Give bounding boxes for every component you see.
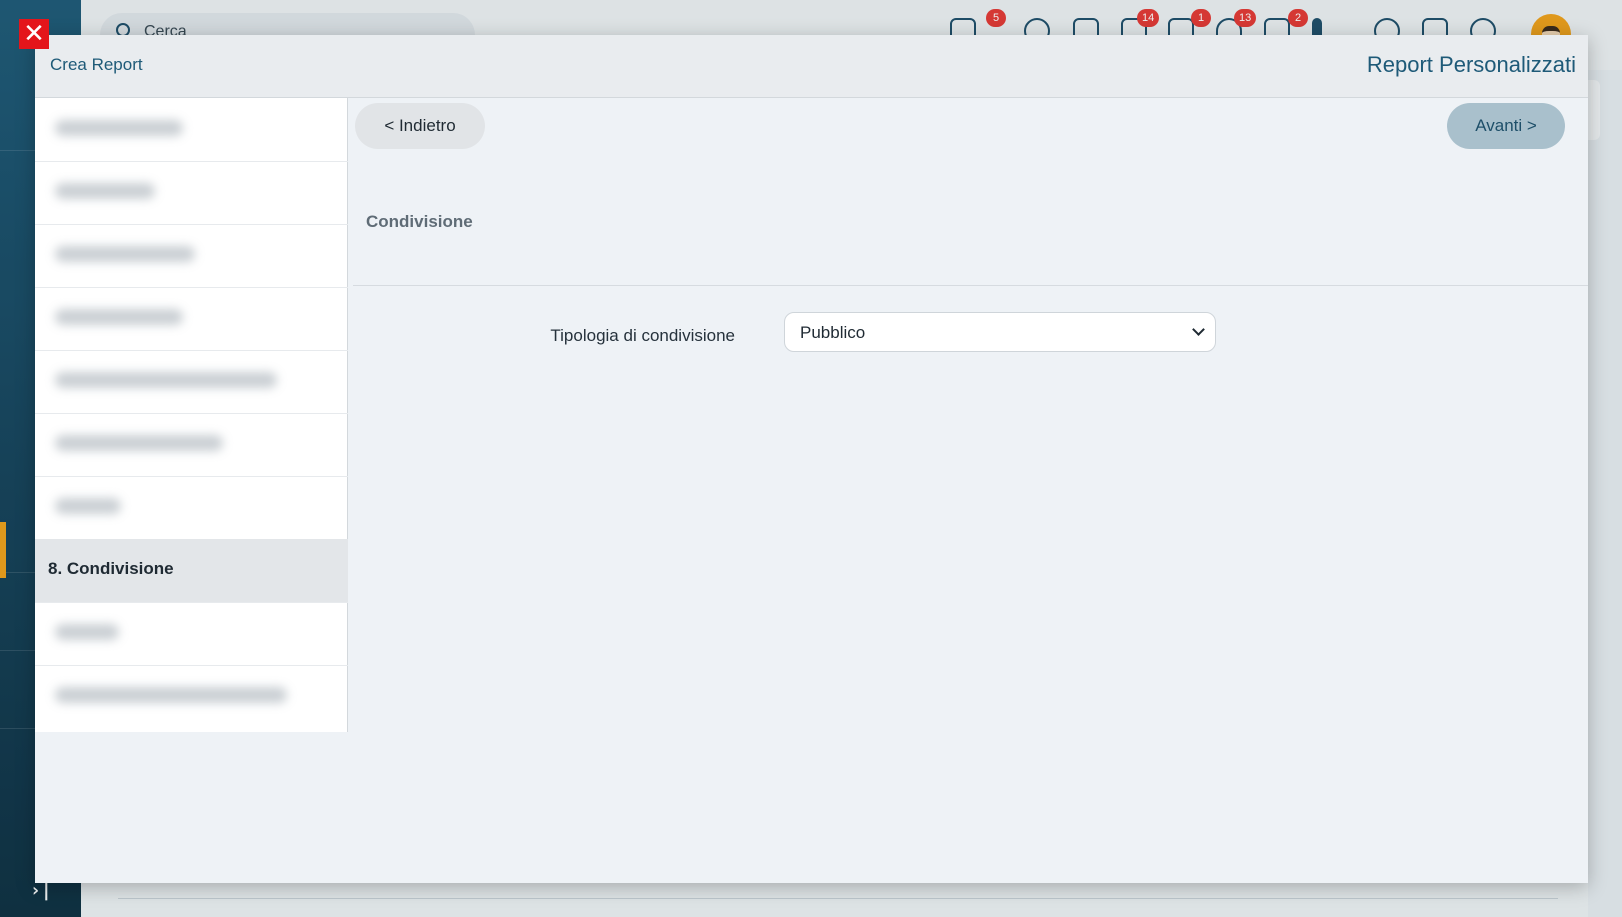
step-item[interactable] — [35, 665, 348, 729]
step-item[interactable] — [35, 98, 348, 162]
modal-header: Crea Report Report Personalizzati — [35, 35, 1588, 98]
step-item[interactable] — [35, 413, 348, 477]
step-label-blurred — [55, 309, 183, 325]
modal-title: Crea Report — [50, 55, 143, 74]
step-content: < Indietro Avanti > Condivisione Tipolog… — [349, 98, 1588, 883]
sharing-type-select[interactable]: Pubblico — [784, 312, 1216, 352]
step-item[interactable] — [35, 602, 348, 666]
step-label-blurred — [55, 372, 277, 388]
step-label-blurred — [55, 624, 119, 640]
step-item[interactable] — [35, 161, 348, 225]
section-title: Condivisione — [366, 212, 473, 231]
step-label-blurred — [55, 120, 183, 136]
step-item[interactable] — [35, 476, 348, 540]
modal-subtitle: Report Personalizzati — [1366, 52, 1576, 77]
step-label-blurred — [55, 687, 287, 703]
step-label: 8. Condivisione — [48, 559, 174, 578]
step-item-condivisione[interactable]: 8. Condivisione — [35, 539, 348, 603]
section-divider — [353, 285, 1588, 286]
select-value: Pubblico — [800, 323, 866, 342]
step-item[interactable] — [35, 224, 348, 288]
step-label-blurred — [55, 498, 121, 514]
step-label-blurred — [55, 435, 223, 451]
step-label-blurred — [55, 183, 155, 199]
close-icon: ✕ — [23, 19, 45, 49]
step-label-blurred — [55, 246, 195, 262]
sharing-type-label: Tipologia di condivisione — [550, 326, 735, 345]
step-item[interactable] — [35, 350, 348, 414]
report-modal: Crea Report Report Personalizzati 8. Con… — [35, 35, 1588, 883]
steps-sidebar: 8. Condivisione — [35, 98, 348, 732]
next-button[interactable]: Avanti > — [1447, 103, 1565, 149]
close-button[interactable]: ✕ — [19, 19, 49, 49]
chevron-down-icon — [1192, 323, 1205, 336]
step-item[interactable] — [35, 287, 348, 351]
back-button[interactable]: < Indietro — [355, 103, 485, 149]
